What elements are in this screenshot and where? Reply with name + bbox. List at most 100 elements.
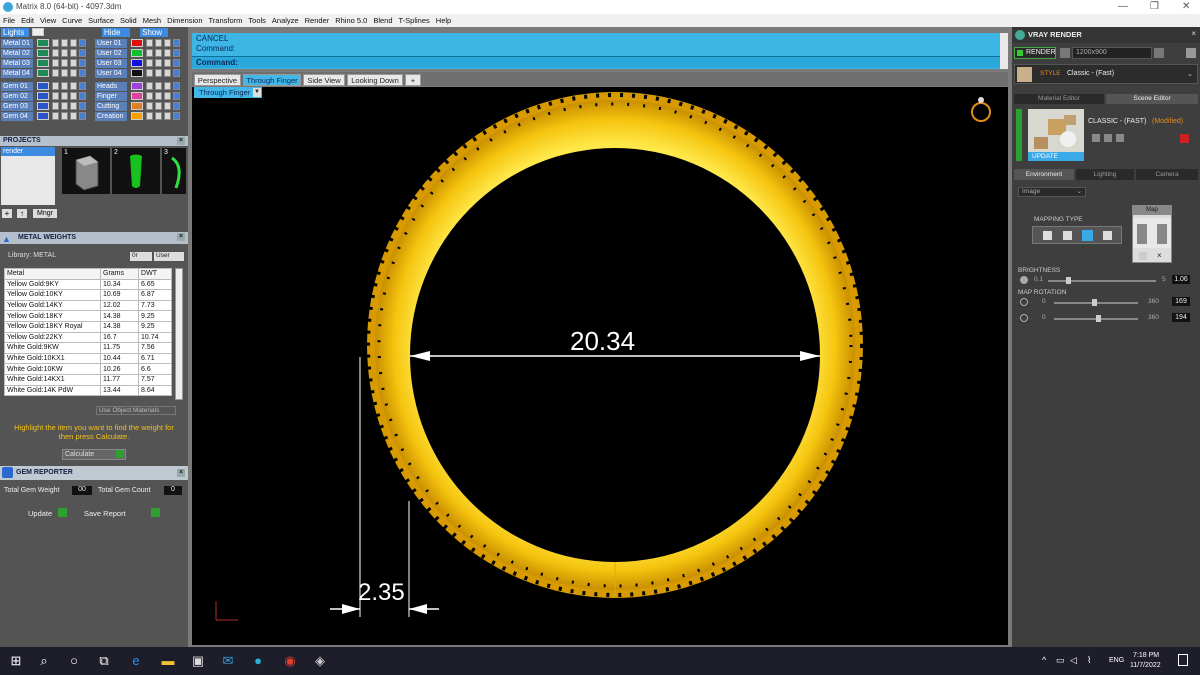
menu-dimension[interactable]: Dimension (164, 14, 205, 27)
tab-through-finger[interactable]: Through Finger (243, 74, 301, 86)
menu-solid[interactable]: Solid (117, 14, 140, 27)
menu-icon[interactable] (173, 59, 180, 67)
export-icon[interactable] (1186, 48, 1196, 58)
maximize-button[interactable]: ❐ (1150, 0, 1159, 14)
menu-blend[interactable]: Blend (370, 14, 395, 27)
tab-lighting[interactable]: Lighting (1076, 169, 1134, 180)
table-row[interactable]: White Gold:14K PdW 13.44 8.64 (4, 384, 172, 397)
select-icon[interactable] (70, 39, 77, 47)
layer-name[interactable]: User 04 (95, 69, 127, 78)
select-icon[interactable] (164, 112, 171, 120)
visible-icon[interactable] (155, 112, 162, 120)
select-icon[interactable] (70, 92, 77, 100)
hide-button[interactable]: Hide (102, 28, 130, 37)
command-line[interactable]: Command: (192, 56, 1000, 68)
preset-preview[interactable]: UPDATE (1028, 109, 1084, 161)
folder-icon[interactable] (1116, 134, 1124, 142)
mail-icon[interactable]: ✉ (216, 647, 240, 675)
layer-color-swatch[interactable] (131, 39, 143, 47)
cortana-icon[interactable]: ○ (62, 647, 86, 675)
windows-start-icon[interactable]: ⊞ (4, 647, 28, 675)
project-thumb-1[interactable]: 1 (62, 148, 110, 194)
close-icon[interactable]: × (177, 137, 185, 145)
visible-icon[interactable] (155, 102, 162, 110)
save-icon[interactable] (1092, 134, 1100, 142)
layer-color-swatch[interactable] (37, 82, 49, 90)
layer-color-swatch[interactable] (37, 92, 49, 100)
menu-edit[interactable]: Edit (18, 14, 37, 27)
col-grams[interactable]: Grams (99, 268, 140, 280)
layer-row[interactable]: Heads (95, 82, 183, 91)
close-icon[interactable]: × (177, 233, 185, 241)
lock-icon[interactable] (52, 39, 59, 47)
lock-icon[interactable] (52, 59, 59, 67)
clock-date[interactable]: 11/7/2022 (1130, 662, 1161, 669)
use-object-materials-dropdown[interactable]: Use Object Materials (96, 406, 176, 415)
tab-material-editor[interactable]: Material Editor (1014, 94, 1104, 104)
visible-icon[interactable] (61, 82, 68, 90)
select-icon[interactable] (70, 82, 77, 90)
style-selector[interactable]: STYLE Classic - (Fast) ⌄ (1014, 64, 1198, 84)
layer-name[interactable]: Gem 02 (1, 92, 33, 101)
visible-icon[interactable] (155, 69, 162, 77)
layer-name[interactable]: Gem 01 (1, 82, 33, 91)
select-icon[interactable] (70, 69, 77, 77)
preset-expand-handle[interactable] (1016, 109, 1022, 161)
layer-row[interactable]: User 01 (95, 39, 183, 48)
visible-icon[interactable] (155, 92, 162, 100)
select-icon[interactable] (164, 102, 171, 110)
app-icon-matrix[interactable]: ● (246, 647, 270, 675)
layer-color-swatch[interactable] (37, 112, 49, 120)
mngr-button[interactable]: Mngr (33, 209, 57, 218)
lock-icon[interactable] (146, 39, 153, 47)
map-load-icon[interactable] (1139, 252, 1147, 260)
select-icon[interactable] (164, 59, 171, 67)
menu-rhino[interactable]: Rhino 5.0 (332, 14, 370, 27)
copy-icon[interactable] (1104, 134, 1112, 142)
lock-icon[interactable] (146, 59, 153, 67)
minimize-button[interactable]: — (1118, 0, 1128, 14)
layer-row[interactable]: Metal 02 (1, 49, 89, 58)
menu-icon[interactable] (79, 92, 86, 100)
menu-icon[interactable] (79, 112, 86, 120)
project-thumb-2[interactable]: 2 (112, 148, 160, 194)
table-row[interactable]: Yellow Gold:14KY 12.02 7.73 (4, 299, 172, 312)
tray-chevron-icon[interactable]: ^ (1042, 655, 1046, 665)
menu-render[interactable]: Render (302, 14, 333, 27)
lock-icon[interactable] (52, 112, 59, 120)
layer-row[interactable]: Gem 04 (1, 112, 89, 121)
language-indicator[interactable]: ENG (1109, 657, 1124, 664)
visible-icon[interactable] (155, 82, 162, 90)
add-project-button[interactable]: + (2, 209, 12, 218)
layer-color-swatch[interactable] (131, 82, 143, 90)
visible-icon[interactable] (155, 49, 162, 57)
layer-row[interactable]: Creation (95, 112, 183, 121)
tab-environment[interactable]: Environment (1014, 169, 1074, 180)
update-button[interactable]: Update (28, 509, 52, 518)
brightness-value[interactable]: 1.06 (1172, 275, 1190, 284)
table-scrollbar[interactable] (175, 268, 183, 400)
viewport[interactable]: Through Finger ▼ 20.34 2.35 (192, 87, 1008, 645)
clock-time[interactable]: 7:18 PM (1133, 652, 1159, 659)
close-button[interactable]: ✕ (1182, 0, 1190, 14)
select-icon[interactable] (164, 39, 171, 47)
visible-icon[interactable] (61, 39, 68, 47)
lock-icon[interactable] (52, 49, 59, 57)
select-icon[interactable] (70, 59, 77, 67)
delete-icon[interactable] (1180, 134, 1189, 143)
layer-color-swatch[interactable] (131, 92, 143, 100)
show-button[interactable]: Show (140, 28, 168, 37)
layer-row[interactable]: Cutting (95, 102, 183, 111)
rotation2-value[interactable]: 194 (1172, 313, 1190, 322)
map-clear-icon[interactable]: × (1157, 251, 1162, 260)
visible-icon[interactable] (61, 59, 68, 67)
lights-label[interactable]: Lights (1, 28, 29, 37)
rotation1-slider[interactable] (1054, 299, 1138, 306)
menu-icon[interactable] (173, 49, 180, 57)
map-preview[interactable]: Map × (1132, 205, 1172, 263)
close-icon[interactable]: × (177, 469, 185, 477)
store-icon[interactable]: ▣ (186, 647, 210, 675)
library-toggle-user[interactable]: User (154, 252, 184, 261)
menu-curve[interactable]: Curve (59, 14, 85, 27)
layer-row[interactable]: Metal 04 (1, 69, 89, 78)
